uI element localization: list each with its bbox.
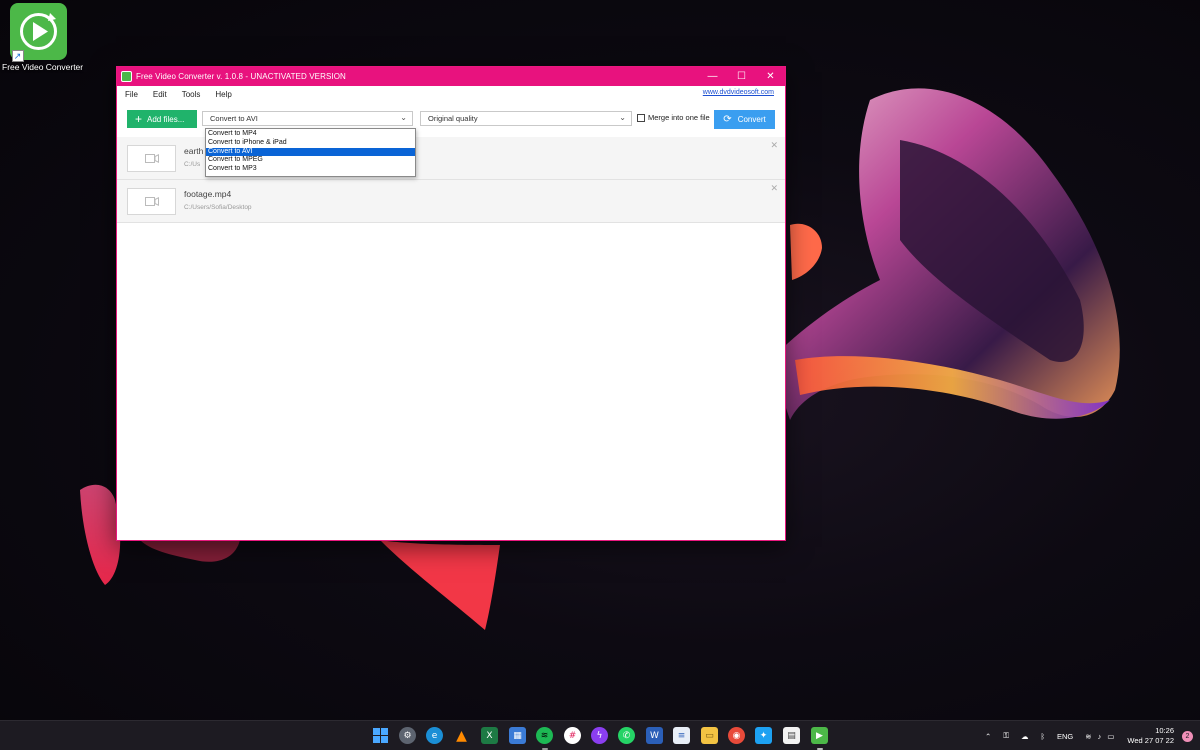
clock-time: 10:26	[1155, 726, 1174, 735]
system-tray: ⌃ ⚿ ☁ ᛒ ENG ≋ ♪ ▭	[985, 721, 1114, 750]
wifi-icon[interactable]: ≋	[1085, 732, 1091, 741]
refresh-icon: ⟳	[723, 114, 732, 125]
shortcut-arrow-icon: ↗	[11, 50, 24, 62]
dropdown-option-mp4[interactable]: Convert to MP4	[206, 130, 415, 139]
quality-select[interactable]: Original quality ⌄	[420, 111, 632, 126]
edge-icon[interactable]: e	[426, 727, 443, 744]
website-link[interactable]: www.dvdvideosoft.com	[703, 89, 774, 96]
merge-checkbox[interactable]: Merge into one file	[637, 113, 710, 122]
windows-start-icon[interactable]	[372, 727, 389, 744]
volume-icon[interactable]: ♪	[1098, 732, 1102, 741]
minimize-button[interactable]: —	[698, 67, 727, 86]
file-row[interactable]: footage.mp4 C:/Users/Sofia/Desktop ✕	[117, 180, 785, 223]
language-indicator[interactable]: ENG	[1057, 732, 1073, 741]
settings-icon[interactable]: ⚙	[399, 727, 416, 744]
free-video-converter-icon[interactable]: ▶	[811, 727, 828, 744]
app-window: Free Video Converter v. 1.0.8 - UNACTIVA…	[116, 66, 786, 541]
dropdown-option-mp3[interactable]: Convert to MP3	[206, 165, 415, 174]
quality-select-value: Original quality	[428, 114, 478, 123]
notification-badge[interactable]: 2	[1182, 731, 1193, 742]
clock-date: Wed 27 07 22	[1127, 736, 1174, 745]
chrome-icon[interactable]: ◉	[728, 727, 745, 744]
spotify-icon[interactable]: ≋	[536, 727, 553, 744]
file-path: C:/Us	[184, 161, 201, 168]
file-explorer-icon[interactable]: ▭	[701, 727, 718, 744]
file-path: C:/Users/Sofia/Desktop	[184, 204, 252, 211]
add-files-button[interactable]: + Add files...	[127, 110, 197, 128]
convert-label: Convert	[737, 115, 766, 124]
calendar-icon[interactable]: ▤	[783, 727, 800, 744]
remove-file-icon[interactable]: ✕	[770, 183, 778, 194]
maximize-button[interactable]: ☐	[727, 67, 756, 86]
menu-bar: File Edit Tools Help www.dvdvideosoft.co…	[117, 86, 785, 102]
clock[interactable]: 10:26 Wed 27 07 22	[1127, 726, 1174, 746]
notepad-icon[interactable]: ≡	[673, 727, 690, 744]
app-icon	[121, 71, 132, 82]
slack-icon[interactable]: #	[564, 727, 581, 744]
chevron-down-icon: ⌄	[619, 113, 626, 122]
dropdown-option-mpeg[interactable]: Convert to MPEG	[206, 156, 415, 165]
chevron-down-icon: ⌄	[400, 113, 407, 122]
twitter-icon[interactable]: ✦	[755, 727, 772, 744]
menu-edit[interactable]: Edit	[153, 90, 167, 99]
store-app-icon[interactable]: ▦	[509, 727, 526, 744]
title-bar[interactable]: Free Video Converter v. 1.0.8 - UNACTIVA…	[117, 67, 785, 86]
desktop-icon-label: Free Video Converter	[2, 62, 84, 72]
whatsapp-icon[interactable]: ✆	[618, 727, 635, 744]
dropdown-option-avi[interactable]: Convert to AVI	[206, 147, 415, 157]
battery-icon[interactable]: ▭	[1107, 732, 1114, 741]
menu-help[interactable]: Help	[215, 90, 231, 99]
cloud-icon[interactable]: ☁	[1021, 732, 1029, 741]
convert-button[interactable]: ⟳ Convert	[714, 110, 775, 129]
merge-label: Merge into one file	[648, 113, 710, 122]
format-select[interactable]: Convert to AVI ⌄	[202, 111, 413, 126]
file-name: earth	[184, 146, 204, 156]
menu-tools[interactable]: Tools	[182, 90, 201, 99]
excel-icon[interactable]: X	[481, 727, 498, 744]
bluetooth-icon[interactable]: ᛒ	[1041, 732, 1046, 741]
video-thumbnail-icon	[127, 145, 176, 172]
usb-icon[interactable]: ⚿	[1003, 731, 1009, 741]
add-files-label: Add files...	[147, 114, 185, 124]
checkbox-box[interactable]	[637, 113, 645, 122]
plus-icon: +	[135, 112, 143, 126]
taskbar: ⚙ e ▲ X ▦ ≋ # ϟ ✆ W ≡ ▭ ◉ ✦ ▤ ▶ ⌃ ⚿ ☁ ᛒ …	[0, 720, 1200, 750]
vlc-icon[interactable]: ▲	[453, 727, 470, 744]
remove-file-icon[interactable]: ✕	[770, 140, 778, 151]
format-dropdown-list: Convert to MP4 Convert to iPhone & iPad …	[205, 128, 416, 177]
close-button[interactable]: ✕	[756, 67, 785, 86]
file-name: footage.mp4	[184, 189, 232, 199]
window-title: Free Video Converter v. 1.0.8 - UNACTIVA…	[136, 72, 346, 81]
format-select-value: Convert to AVI	[210, 114, 258, 123]
messenger-icon[interactable]: ϟ	[591, 727, 608, 744]
menu-file[interactable]: File	[125, 90, 138, 99]
dropdown-option-iphone-ipad[interactable]: Convert to iPhone & iPad	[206, 139, 415, 148]
desktop-shortcut-free-video-converter[interactable]: ↗ Free Video Converter	[2, 3, 84, 72]
chevron-up-icon[interactable]: ⌃	[985, 732, 991, 741]
free-video-converter-icon: ↗	[9, 3, 67, 62]
video-thumbnail-icon	[127, 188, 176, 215]
word-icon[interactable]: W	[646, 727, 663, 744]
